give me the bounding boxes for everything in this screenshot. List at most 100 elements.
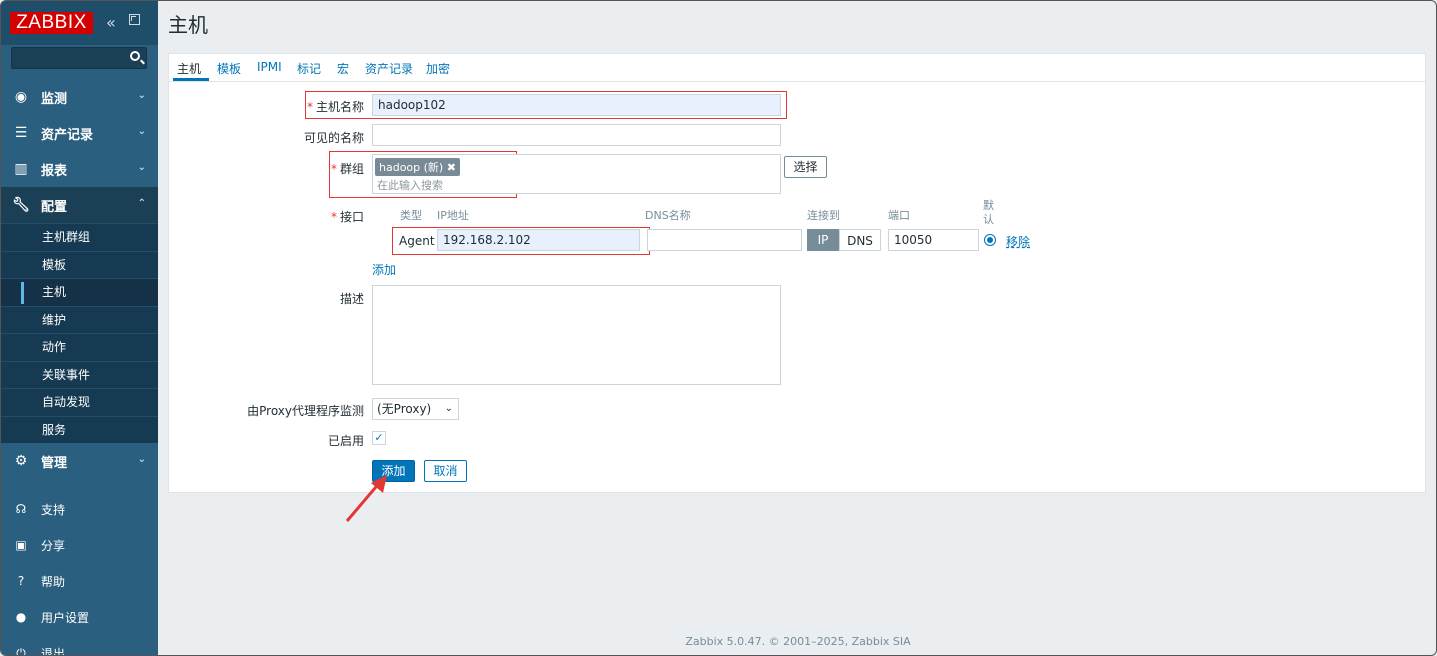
active-tab-indicator xyxy=(173,78,209,81)
menu-label: 用户设置 xyxy=(41,610,90,625)
submenu-item-event-correlation[interactable]: 关联事件 xyxy=(1,360,158,389)
proxy-label: 由Proxy代理程序监测 xyxy=(247,404,364,418)
tab-macros[interactable]: 宏 xyxy=(337,60,349,77)
required-marker: * xyxy=(306,100,313,114)
menu-item-inventory[interactable]: ☰ 资产记录 ⌄ xyxy=(1,115,158,151)
menu-item-help[interactable]: ? 帮助 xyxy=(1,563,158,599)
default-interface-radio[interactable] xyxy=(984,234,996,246)
submenu-item-discovery[interactable]: 自动发现 xyxy=(1,388,158,416)
menu-item-user-settings[interactable]: ● 用户设置 xyxy=(1,599,158,635)
required-marker: * xyxy=(330,210,337,224)
collapse-sidebar-icon[interactable]: « xyxy=(106,13,116,32)
headset-icon: ☊ xyxy=(15,502,27,516)
configuration-submenu: 主机群组 模板 主机 维护 动作 关联事件 自动发现 服务 xyxy=(1,223,158,443)
submenu-item-hosts[interactable]: 主机 xyxy=(1,278,158,306)
tab-encryption[interactable]: 加密 xyxy=(426,60,450,77)
sidebar-bottom-menu: ☊ 支持 ▣ 分享 ? 帮助 ● 用户设置 ⏻ 退出 xyxy=(1,491,158,656)
footer: Zabbix 5.0.47. © 2001–2025, Zabbix SIA xyxy=(685,635,911,648)
tab-ipmi[interactable]: IPMI xyxy=(257,60,282,74)
eye-icon: ◉ xyxy=(14,89,28,105)
search-icon[interactable] xyxy=(130,51,140,61)
gear-icon: ⚙ xyxy=(14,453,28,469)
host-name-input[interactable] xyxy=(372,94,781,116)
groups-label: * 群组 xyxy=(249,160,364,177)
wrench-icon: 🔧︎ xyxy=(12,197,30,213)
chevron-down-icon: ⌄ xyxy=(137,454,146,465)
list-icon: ☰ xyxy=(14,125,28,141)
host-form-card: 主机 模板 IPMI 标记 宏 资产记录 加密 *主机名称 可见的名称 *群组 … xyxy=(168,53,1426,493)
column-header-dns: DNS名称 xyxy=(645,209,691,222)
connect-ip-button[interactable]: IP xyxy=(807,229,839,251)
description-textarea[interactable] xyxy=(372,285,781,385)
menu-label: 配置 xyxy=(41,199,68,215)
kiosk-mode-icon[interactable] xyxy=(129,14,140,25)
enabled-checkbox[interactable]: ✓ xyxy=(372,431,386,445)
tab-host[interactable]: 主机 xyxy=(177,60,201,77)
menu-item-monitoring[interactable]: ◉ 监测 ⌄ xyxy=(1,79,158,115)
menu-label: 管理 xyxy=(41,455,68,471)
description-label: 描述 xyxy=(339,292,364,306)
chevron-down-icon: ⌄ xyxy=(137,162,146,173)
tab-tags[interactable]: 标记 xyxy=(297,60,321,77)
group-search-placeholder: 在此输入搜索 xyxy=(377,179,443,192)
column-header-port: 端口 xyxy=(888,209,910,222)
proxy-select-value: (无Proxy) xyxy=(377,402,432,416)
group-tag[interactable]: hadoop (新) ✖ xyxy=(375,158,460,176)
sidebar-search xyxy=(11,47,147,69)
share-icon: ▣ xyxy=(15,538,27,552)
chevron-down-icon: ⌄ xyxy=(444,403,453,414)
groups-label-text: 群组 xyxy=(339,162,364,176)
cancel-button[interactable]: 取消 xyxy=(424,460,467,482)
remove-interface-link[interactable]: 移除 xyxy=(1006,233,1030,250)
menu-label: 退出 xyxy=(41,646,66,656)
sidebar: ZABBIX « ◉ 监测 ⌄ ☰ 资产记录 ⌄ ▥ 报表 ⌄ 🔧︎ 配置 ⌃ … xyxy=(1,1,158,656)
tab-inventory[interactable]: 资产记录 xyxy=(365,60,413,77)
menu-item-administration[interactable]: ⚙ 管理 ⌄ xyxy=(1,443,158,479)
group-tag-label: hadoop (新) xyxy=(379,161,444,174)
menu-label: 支持 xyxy=(41,502,66,517)
menu-label: 报表 xyxy=(41,163,68,179)
dns-name-input[interactable] xyxy=(647,229,802,251)
menu-item-configuration[interactable]: 🔧︎ 配置 ⌃ xyxy=(1,187,158,223)
enabled-label: 已启用 xyxy=(327,434,364,448)
search-input[interactable] xyxy=(12,48,124,68)
tab-templates[interactable]: 模板 xyxy=(217,60,241,77)
select-groups-button[interactable]: 选择 xyxy=(784,156,827,178)
visible-name-input[interactable] xyxy=(372,124,781,146)
column-header-ip: IP地址 xyxy=(437,209,469,222)
submenu-item-services[interactable]: 服务 xyxy=(1,415,158,444)
user-icon: ● xyxy=(15,610,27,624)
main-menu: ◉ 监测 ⌄ ☰ 资产记录 ⌄ ▥ 报表 ⌄ 🔧︎ 配置 ⌃ 主机群组 模板 主… xyxy=(1,79,158,479)
chevron-down-icon: ⌄ xyxy=(137,126,146,137)
interfaces-label: * 接口 xyxy=(249,208,364,225)
menu-item-sign-out[interactable]: ⏻ 退出 xyxy=(1,635,158,656)
interface-type: Agent xyxy=(399,234,435,248)
submenu-item-maintenance[interactable]: 维护 xyxy=(1,305,158,334)
column-header-type: 类型 xyxy=(400,209,422,222)
ip-address-input[interactable] xyxy=(437,229,640,251)
menu-label: 监测 xyxy=(41,91,68,107)
menu-item-share[interactable]: ▣ 分享 xyxy=(1,527,158,563)
annotation-arrow-icon xyxy=(345,475,387,522)
menu-item-support[interactable]: ☊ 支持 xyxy=(1,491,158,527)
form-tabs: 主机 模板 IPMI 标记 宏 资产记录 加密 xyxy=(169,54,1425,82)
add-interface-link[interactable]: 添加 xyxy=(372,261,396,278)
submenu-item-actions[interactable]: 动作 xyxy=(1,333,158,361)
menu-label: 分享 xyxy=(41,538,66,553)
menu-label: 资产记录 xyxy=(41,127,94,143)
chevron-down-icon: ⌄ xyxy=(137,90,146,101)
bar-chart-icon: ▥ xyxy=(14,161,28,177)
proxy-select[interactable]: (无Proxy) ⌄ xyxy=(372,398,459,420)
power-icon: ⏻ xyxy=(16,645,26,656)
chevron-up-icon: ⌃ xyxy=(137,198,146,209)
submenu-item-templates[interactable]: 模板 xyxy=(1,250,158,279)
connect-dns-button[interactable]: DNS xyxy=(839,229,881,251)
column-header-connect: 连接到 xyxy=(807,209,840,222)
remove-tag-icon[interactable]: ✖ xyxy=(447,161,456,174)
app-window: ZABBIX « ◉ 监测 ⌄ ☰ 资产记录 ⌄ ▥ 报表 ⌄ 🔧︎ 配置 ⌃ … xyxy=(0,0,1437,656)
zabbix-logo[interactable]: ZABBIX xyxy=(10,12,93,34)
port-input[interactable] xyxy=(888,229,979,251)
menu-item-reports[interactable]: ▥ 报表 ⌄ xyxy=(1,151,158,187)
host-name-label: * 主机名称 xyxy=(249,98,364,115)
submenu-item-host-groups[interactable]: 主机群组 xyxy=(1,223,158,251)
